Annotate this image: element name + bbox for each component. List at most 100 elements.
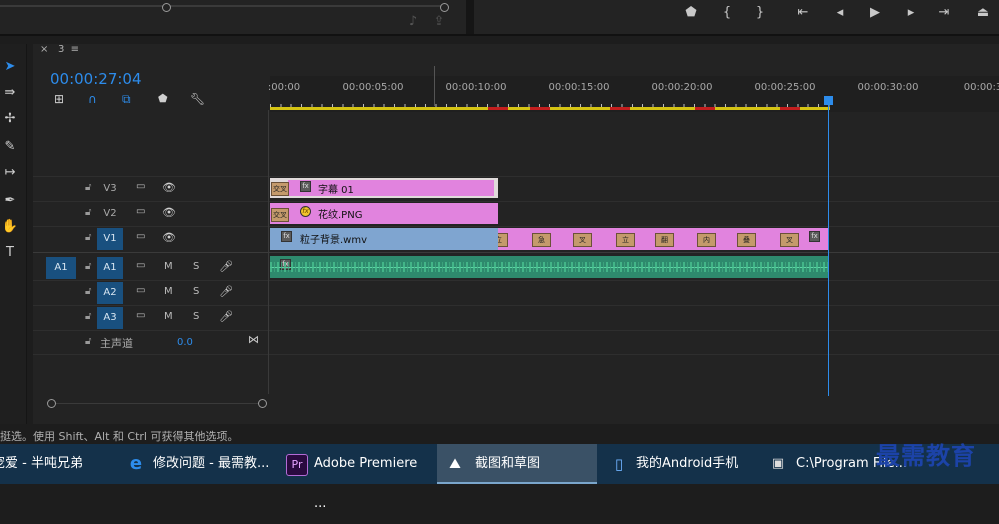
clip-transition-sequence[interactable]: 立 急 叉 立 翻 内 叠 叉 fx: [498, 228, 828, 250]
lift-icon[interactable]: ⏏: [974, 6, 992, 19]
source-patch[interactable]: A1: [46, 257, 76, 279]
pen-tool-icon[interactable]: ✒: [0, 192, 20, 210]
play-icon[interactable]: ▶: [866, 6, 884, 19]
sync-lock-icon[interactable]: ▭: [136, 285, 145, 296]
wrench-icon[interactable]: 🔧︎: [190, 92, 205, 106]
mute-button[interactable]: M: [164, 261, 173, 272]
work-area-bar[interactable]: [270, 107, 830, 110]
mic-icon[interactable]: 🎤︎: [219, 310, 233, 323]
sync-lock-icon[interactable]: ▭: [136, 181, 145, 192]
insert-icon[interactable]: ♪: [404, 15, 422, 28]
transition-marker[interactable]: 立: [616, 233, 635, 247]
transition-marker[interactable]: 翻: [655, 233, 674, 247]
mic-icon[interactable]: 🎤︎: [219, 285, 233, 298]
razor-tool-icon[interactable]: ✎: [0, 138, 20, 156]
playhead-timecode[interactable]: 00:00:27:04: [50, 70, 142, 88]
linked-selection-icon[interactable]: ⧉: [122, 92, 131, 107]
transition-marker[interactable]: 叠: [737, 233, 756, 247]
taskbar-item-ie[interactable]: e 修改问题 - 最需教...: [120, 444, 272, 484]
solo-button[interactable]: S: [193, 261, 199, 272]
sequence-tab[interactable]: × 3 ≡: [40, 44, 79, 58]
audio-clip[interactable]: fx: [270, 256, 828, 278]
playhead-line[interactable]: [828, 98, 829, 396]
slip-tool-icon[interactable]: ↦: [0, 164, 20, 182]
lock-icon[interactable]: 🔓︎: [85, 261, 91, 272]
transition-marker[interactable]: 叉: [573, 233, 592, 247]
transition-marker[interactable]: 立: [498, 233, 508, 247]
solo-button[interactable]: S: [193, 311, 199, 322]
mute-button[interactable]: M: [164, 311, 173, 322]
snip-sketch-icon: ⛰: [449, 456, 461, 472]
taskbar-item-snip[interactable]: ⛰ 截图和草图: [437, 444, 597, 484]
sync-lock-icon[interactable]: ▭: [136, 260, 145, 271]
mark-in-icon[interactable]: {: [718, 6, 736, 19]
track-name[interactable]: A3: [97, 307, 123, 329]
eye-icon[interactable]: 👁︎: [162, 231, 176, 244]
clip-particle-background[interactable]: fx 粒子背景.wmv: [270, 228, 498, 250]
mute-button[interactable]: M: [164, 286, 173, 297]
scroll-handle-left[interactable]: [47, 399, 56, 408]
master-volume[interactable]: 0.0: [177, 337, 193, 348]
timeline-zoom-scrollbar[interactable]: [47, 399, 267, 408]
sync-lock-icon[interactable]: ▭: [136, 206, 145, 217]
taskbar-item-label: 宠爱 - 半吨兄弟: [0, 456, 83, 471]
track-name[interactable]: V3: [97, 178, 123, 200]
transition-marker[interactable]: 叉: [780, 233, 799, 247]
scroll-handle-left[interactable]: [162, 3, 171, 12]
track-name[interactable]: A2: [97, 282, 123, 304]
mark-out-icon[interactable]: }: [751, 6, 769, 19]
transition-marker[interactable]: 内: [697, 233, 716, 247]
snap-icon[interactable]: ∩: [88, 92, 97, 106]
scroll-handle-right[interactable]: [258, 399, 267, 408]
ruler-label: :00:00: [267, 82, 301, 93]
go-to-in-icon[interactable]: ⇤: [794, 6, 812, 19]
mic-icon[interactable]: 🎤︎: [219, 260, 233, 273]
fx-icon: fx: [809, 231, 820, 242]
lock-icon[interactable]: 🔓︎: [85, 286, 91, 297]
close-icon[interactable]: ×: [40, 44, 48, 55]
transition-marker[interactable]: 急: [532, 233, 551, 247]
insert-nest-icon[interactable]: ⊞: [54, 92, 64, 106]
track-name[interactable]: V1: [97, 228, 123, 250]
type-tool-icon[interactable]: T: [0, 244, 20, 262]
divider: [0, 34, 999, 36]
eye-icon[interactable]: 👁︎: [162, 181, 176, 194]
transition-marker[interactable]: 交叉: [271, 182, 289, 196]
panel-menu-icon[interactable]: ≡: [71, 44, 79, 55]
sync-lock-icon[interactable]: ▭: [136, 231, 145, 242]
source-zoom-scrollbar[interactable]: [0, 3, 449, 12]
lock-icon[interactable]: 🔓︎: [85, 311, 91, 322]
ruler-marker: [434, 66, 435, 106]
lock-icon[interactable]: 🔓︎: [85, 336, 91, 347]
add-marker-icon[interactable]: ⬟: [682, 6, 700, 19]
eye-icon[interactable]: 👁︎: [162, 206, 176, 219]
time-ruler[interactable]: :00:00 00:00:05:00 00:00:10:00 00:00:15:…: [267, 76, 999, 112]
taskbar-item-premiere[interactable]: Pr Adobe Premiere ...: [280, 444, 432, 511]
step-forward-icon[interactable]: ▸: [902, 6, 920, 19]
scroll-handle-right[interactable]: [440, 3, 449, 12]
taskbar-item-phone[interactable]: ▯ 我的Android手机: [603, 444, 755, 484]
taskbar-item-music[interactable]: 宠爱 - 半吨兄弟: [0, 444, 112, 484]
step-back-icon[interactable]: ◂: [831, 6, 849, 19]
add-marker-icon[interactable]: ⬟: [158, 92, 168, 105]
solo-button[interactable]: S: [193, 286, 199, 297]
panel-divider[interactable]: [466, 0, 474, 36]
clip-pattern-png[interactable]: 交叉 fx 花纹.PNG: [270, 203, 498, 224]
lock-icon[interactable]: 🔓︎: [85, 207, 91, 218]
selection-tool-icon[interactable]: ➤: [0, 58, 20, 76]
sync-lock-icon[interactable]: ▭: [136, 310, 145, 321]
lock-icon[interactable]: 🔓︎: [85, 182, 91, 193]
expand-track-icon[interactable]: ⋈: [248, 333, 259, 346]
clip-title-01[interactable]: 交叉 fx 字幕 01: [270, 178, 498, 198]
export-frame-icon[interactable]: ⇪: [430, 15, 448, 28]
track-select-tool-icon[interactable]: ⇛: [0, 84, 20, 102]
go-to-out-icon[interactable]: ⇥: [935, 6, 953, 19]
track-name[interactable]: A1: [97, 257, 123, 279]
lock-icon[interactable]: 🔓︎: [85, 232, 91, 243]
hand-tool-icon[interactable]: ✋: [0, 218, 20, 236]
transition-marker[interactable]: 交叉: [271, 208, 289, 222]
ruler-label: 00:00:30:00: [857, 82, 919, 93]
ripple-edit-tool-icon[interactable]: ✢: [0, 110, 20, 128]
track-name[interactable]: V2: [97, 203, 123, 225]
audio-waveform: [270, 262, 828, 272]
